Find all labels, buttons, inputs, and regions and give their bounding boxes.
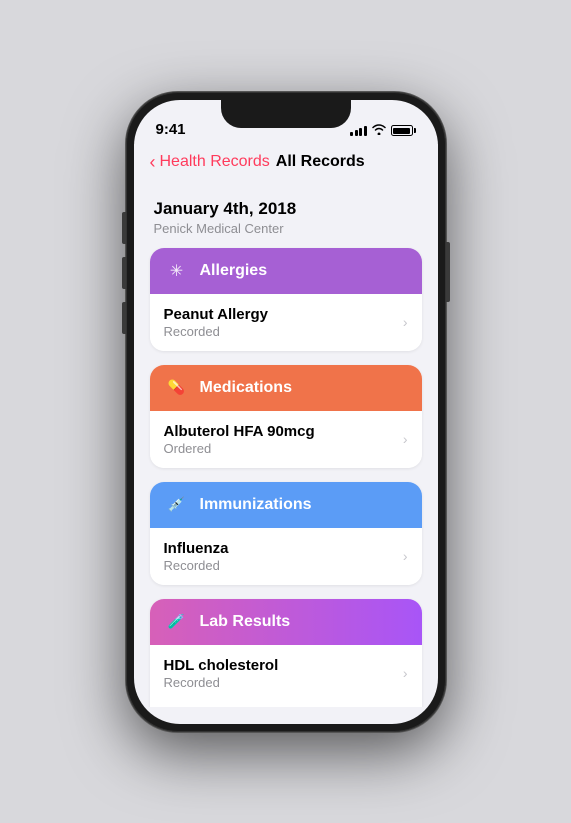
- wifi-icon: [372, 124, 386, 138]
- phone-screen: 9:41 ‹: [134, 100, 438, 724]
- content-area: January 4th, 2018 Penick Medical Center …: [134, 183, 438, 707]
- allergies-title: Allergies: [200, 262, 268, 280]
- medication-name: Albuterol HFA 90mcg: [164, 423, 315, 440]
- phone-frame: 9:41 ‹: [126, 92, 446, 732]
- lab-results-header: Lab Results: [150, 599, 422, 645]
- signal-icon: [350, 126, 367, 136]
- back-chevron-icon: ‹: [150, 152, 156, 173]
- lab-name: HDL cholesterol: [164, 657, 279, 674]
- back-label: Health Records: [160, 153, 270, 171]
- immunizations-icon: [164, 492, 190, 518]
- lab-value-section: 53.5mg/dL 50 60: [150, 702, 422, 707]
- lab-icon: [164, 609, 190, 635]
- allergy-icon: [164, 258, 190, 284]
- allergies-section: Allergies Peanut Allergy Recorded ›: [150, 248, 422, 351]
- status-time: 9:41: [156, 121, 186, 138]
- immunization-name: Influenza: [164, 540, 229, 557]
- lab-item[interactable]: HDL cholesterol Recorded ›: [150, 645, 422, 702]
- chevron-right-icon: ›: [403, 314, 408, 330]
- allergy-name: Peanut Allergy: [164, 306, 268, 323]
- immunizations-title: Immunizations: [200, 496, 312, 514]
- medications-title: Medications: [200, 379, 292, 397]
- battery-icon: [391, 125, 416, 136]
- allergy-item[interactable]: Peanut Allergy Recorded ›: [150, 294, 422, 351]
- immunizations-header: Immunizations: [150, 482, 422, 528]
- date-header: January 4th, 2018 Penick Medical Center: [150, 189, 422, 248]
- medications-icon: [164, 375, 190, 401]
- notch: [221, 100, 351, 128]
- page-title: All Records: [276, 153, 365, 171]
- allergy-status: Recorded: [164, 324, 268, 339]
- lab-status: Recorded: [164, 675, 279, 690]
- lab-results-section: Lab Results HDL cholesterol Recorded › 5…: [150, 599, 422, 707]
- lab-results-title: Lab Results: [200, 613, 291, 631]
- status-icons: [350, 124, 416, 138]
- immunization-item[interactable]: Influenza Recorded ›: [150, 528, 422, 585]
- visit-date: January 4th, 2018: [154, 199, 418, 219]
- immunizations-section: Immunizations Influenza Recorded ›: [150, 482, 422, 585]
- chevron-right-icon: ›: [403, 548, 408, 564]
- allergies-header: Allergies: [150, 248, 422, 294]
- medications-header: Medications: [150, 365, 422, 411]
- visit-location: Penick Medical Center: [154, 221, 418, 236]
- medications-section: Medications Albuterol HFA 90mcg Ordered …: [150, 365, 422, 468]
- chevron-right-icon: ›: [403, 431, 408, 447]
- immunization-status: Recorded: [164, 558, 229, 573]
- medication-item[interactable]: Albuterol HFA 90mcg Ordered ›: [150, 411, 422, 468]
- chevron-right-icon: ›: [403, 665, 408, 681]
- back-button[interactable]: ‹ Health Records: [150, 152, 270, 173]
- medication-status: Ordered: [164, 441, 315, 456]
- nav-bar: ‹ Health Records All Records: [134, 144, 438, 183]
